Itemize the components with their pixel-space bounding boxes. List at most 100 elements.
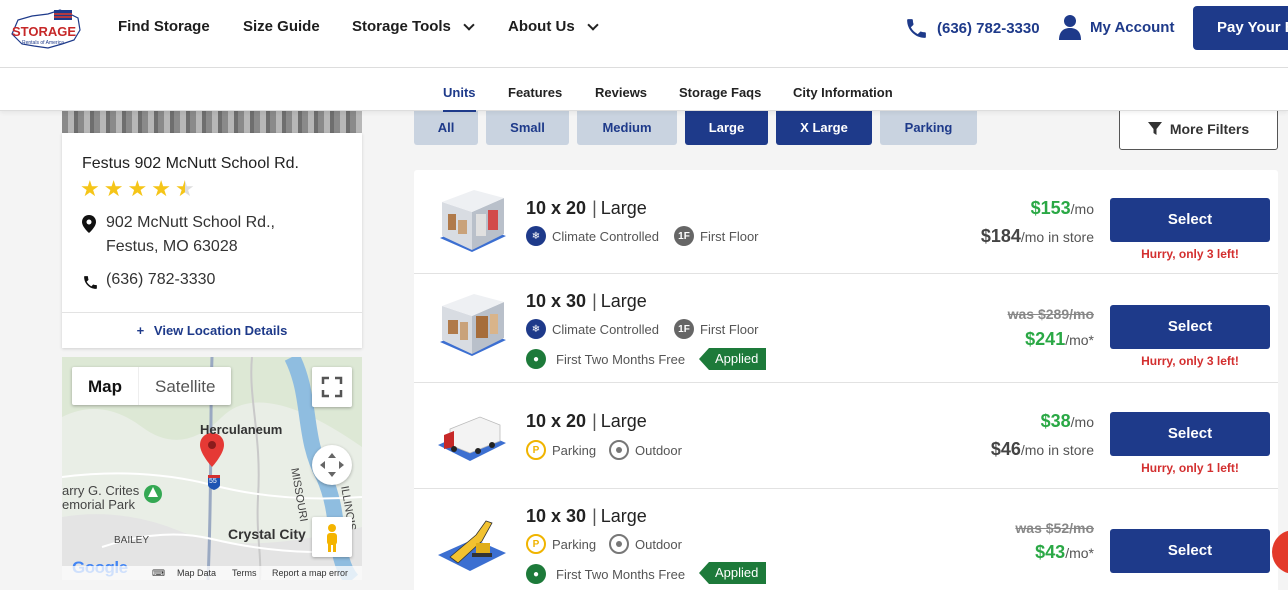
online-price-per: /mo*: [1065, 545, 1094, 561]
storage-rentals-logo[interactable]: STORAGE Rentals of America: [8, 6, 84, 52]
nav-label: About Us: [508, 18, 575, 35]
feature-label: Parking: [552, 536, 597, 552]
tab-units[interactable]: Units: [443, 85, 476, 112]
unit-dimensions: 10 x 20: [526, 411, 587, 431]
tab-features[interactable]: Features: [508, 85, 562, 100]
filter-parking[interactable]: Parking: [880, 111, 977, 145]
pan-arrows-icon: [320, 453, 344, 477]
storage-unit-image: [440, 190, 506, 252]
street-view-pegman[interactable]: [312, 517, 352, 557]
nav-label: Size Guide: [243, 18, 320, 35]
select-button[interactable]: Select: [1110, 412, 1270, 456]
feature-label: Outdoor: [635, 442, 682, 458]
availability-warning: Hurry, only 1 left!: [1141, 461, 1239, 475]
more-filters-label: More Filters: [1169, 120, 1250, 137]
chevron-down-icon: [463, 18, 475, 31]
in-store-price: $46/mo in store: [991, 439, 1094, 460]
location-map[interactable]: Herculaneum Crystal City BAILEY arry G. …: [62, 357, 362, 580]
nav-about-us[interactable]: About Us: [508, 18, 599, 35]
in-store-price-value: $46: [990, 439, 1021, 459]
nav-size-guide[interactable]: Size Guide: [243, 18, 320, 35]
feature-label: Parking: [552, 442, 597, 458]
plus-icon: +: [136, 323, 145, 338]
promo-first-two-months-free: ● First Two Months Free: [526, 564, 685, 584]
online-price: $38/mo: [1041, 411, 1094, 432]
in-store-price-value: $184: [980, 226, 1021, 246]
promo-first-two-months-free: ● First Two Months Free: [526, 349, 685, 369]
in-store-price-per: /mo in store: [1020, 442, 1094, 458]
view-location-details-label: View Location Details: [153, 323, 288, 338]
map-pan-control[interactable]: [312, 445, 352, 485]
tab-reviews[interactable]: Reviews: [595, 85, 647, 100]
location-phone[interactable]: (636) 782-3330: [106, 271, 215, 289]
filter-x-large[interactable]: X Large: [776, 111, 872, 145]
online-price-value: $43: [1035, 542, 1066, 562]
unit-row: 10 x 30 | Large ❄ Climate Controlled 1F Fi…: [414, 274, 1278, 383]
snowflake-icon: ❄: [526, 319, 546, 339]
more-filters-button[interactable]: More Filters: [1119, 107, 1278, 150]
map-label-bailey: BAILEY: [114, 535, 150, 546]
feature-label: First Floor: [700, 321, 759, 337]
online-price-value: $38: [1040, 411, 1071, 431]
rating-stars: ★ ★ ★ ★ ★: [80, 178, 195, 200]
star-icon: ★: [80, 176, 100, 201]
map-data-link[interactable]: Map Data: [177, 568, 216, 578]
phone-icon: [84, 276, 97, 289]
view-location-details-link[interactable]: + View Location Details: [62, 312, 362, 348]
map-type-satellite-button[interactable]: Satellite: [138, 367, 231, 405]
facility-photo: [62, 111, 362, 133]
select-button[interactable]: Select: [1110, 198, 1270, 242]
nav-find-storage[interactable]: Find Storage: [118, 18, 210, 35]
location-name: Festus 902 McNutt School Rd.: [82, 155, 299, 172]
unit-dimensions: 10 x 30: [526, 291, 587, 311]
pay-your-bill-button[interactable]: Pay Your Bill: [1193, 6, 1288, 50]
fullscreen-button[interactable]: [312, 367, 352, 407]
online-price: $241/mo*: [1025, 329, 1094, 350]
parking-icon: P: [526, 534, 546, 554]
fullscreen-icon: [321, 376, 343, 398]
online-price-value: $153: [1030, 198, 1071, 218]
online-price-value: $241: [1025, 329, 1066, 349]
tab-city-information[interactable]: City Information: [793, 85, 893, 100]
site-header: STORAGE Rentals of America Find Storage …: [0, 0, 1288, 68]
first-floor-icon: 1F: [674, 319, 694, 339]
map-label-highway: 55: [209, 478, 217, 485]
in-store-price: $184/mo in store: [981, 226, 1094, 247]
map-type-toggle: Map Satellite: [72, 367, 232, 405]
unit-size-title: 10 x 20 | Large: [526, 411, 647, 431]
map-type-map-button[interactable]: Map: [72, 367, 138, 405]
was-price: was $289/mo: [1007, 306, 1094, 322]
my-account-link[interactable]: My Account: [1058, 14, 1174, 40]
online-price-per: /mo*: [1065, 332, 1094, 348]
filter-medium[interactable]: Medium: [577, 111, 677, 145]
svg-text:STORAGE: STORAGE: [12, 24, 76, 39]
unit-dimensions: 10 x 20: [526, 198, 587, 218]
header-phone-link[interactable]: (636) 782-3330: [904, 16, 1040, 41]
tab-storage-faqs[interactable]: Storage Faqs: [679, 85, 761, 100]
half-star-icon: ★: [174, 176, 195, 201]
phone-icon: [907, 19, 926, 38]
filter-all[interactable]: All: [414, 111, 478, 145]
unit-size-title: 10 x 30 | Large: [526, 506, 647, 526]
online-price-per: /mo: [1070, 414, 1094, 430]
park-icon: [144, 485, 162, 503]
tag-icon: ●: [526, 564, 546, 584]
star-icon: ★: [151, 176, 171, 201]
terms-link[interactable]: Terms: [232, 568, 257, 578]
promo-label: First Two Months Free: [556, 351, 686, 367]
storage-unit-image: [440, 294, 506, 356]
unit-row: 10 x 20 | Large ❄ Climate Controlled 1F Fi…: [414, 170, 1278, 274]
select-button[interactable]: Select: [1110, 305, 1270, 349]
svg-text:Rentals of America: Rentals of America: [22, 40, 64, 46]
nav-storage-tools[interactable]: Storage Tools: [352, 18, 475, 35]
chevron-down-icon: [587, 18, 599, 31]
filter-small[interactable]: Small: [486, 111, 569, 145]
online-price: $43/mo*: [1035, 542, 1094, 563]
feature-label: Climate Controlled: [552, 321, 659, 337]
select-button[interactable]: Select: [1110, 529, 1270, 573]
report-map-error-link[interactable]: Report a map error: [272, 568, 348, 578]
keyboard-icon[interactable]: ⌨: [152, 568, 165, 579]
filter-large[interactable]: Large: [685, 111, 768, 145]
feature-parking: P Parking: [526, 534, 596, 554]
online-price: $153/mo: [1031, 198, 1094, 219]
